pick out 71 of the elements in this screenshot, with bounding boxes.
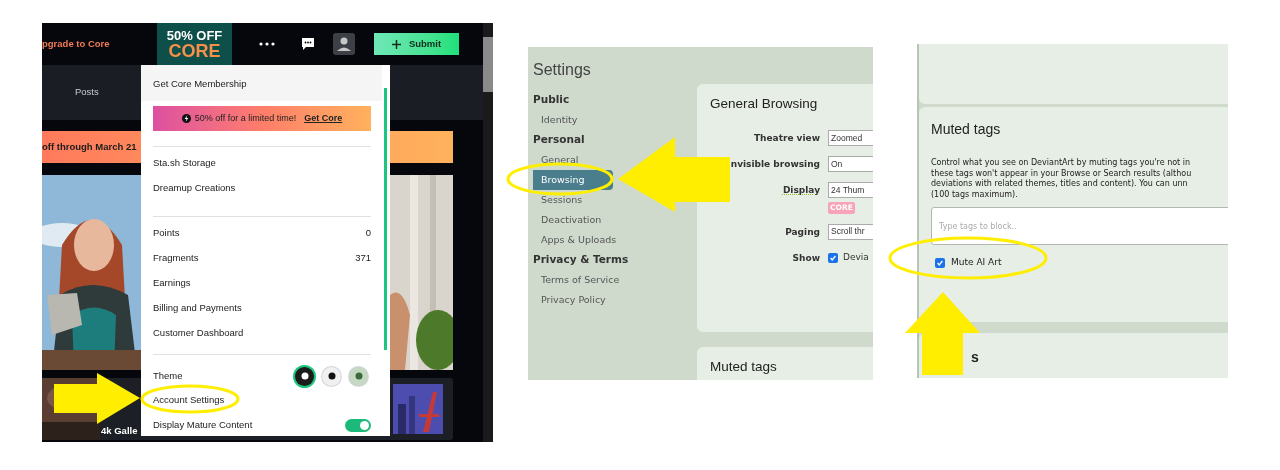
field-label: Show [792,251,820,265]
gallery-title: 4k Galle [101,423,138,438]
menu-item[interactable]: Earnings [153,276,191,291]
card-title: General Browsing [710,95,819,113]
menu-item[interactable]: Get Core Membership [141,65,382,101]
field-label: Theatre view [753,132,820,146]
checkbox-label: Mute AI Art [951,256,1002,269]
posts-tab[interactable]: Posts [75,85,99,100]
select-field[interactable]: On [828,156,873,173]
mature-label: Display Mature Content [153,418,253,433]
submit-button[interactable]: Submit [374,33,459,55]
nav-item[interactable]: Terms of Service [533,270,622,290]
get-core-link[interactable]: Get Core [304,111,343,126]
upgrade-link[interactable]: pgrade to Core [42,36,157,52]
select-field[interactable]: Zoomed [828,130,873,147]
card-title: Muted tags [931,120,1002,139]
nav-item[interactable]: Apps & Uploads [533,230,619,250]
menu-item[interactable]: Fragments [153,251,199,266]
description-line: (100 tags maximum). [931,189,1019,200]
theme-icon [299,371,310,381]
menu-item[interactable]: Dreamup Creations [153,181,236,196]
nav-heading: Public [533,92,571,108]
bolt-icon [181,114,191,123]
nav-item[interactable]: Browsing [533,170,613,190]
nav-item[interactable]: Deactivation [533,210,604,230]
promo-product: CORE [168,41,221,60]
tag-input[interactable]: Type tags to block.. [931,207,1228,245]
menu-count: 0 [365,226,371,241]
promo-badge[interactable]: 50% OFF CORE [157,23,232,65]
theme-icon [353,371,364,381]
nav-heading: Privacy & Terms [533,252,630,268]
theme-label: Theme [153,368,183,383]
theme-option[interactable] [349,366,368,386]
plus-icon [391,39,401,49]
checkbox[interactable] [935,257,945,268]
page-title: Settings [533,60,592,80]
menu-scrollbar[interactable] [384,88,387,350]
avatar-icon[interactable] [333,33,355,55]
more-icon[interactable] [259,42,275,46]
nav-item[interactable]: Identity [533,110,580,130]
theme-option[interactable] [322,366,341,386]
nav-item[interactable]: Sessions [533,190,585,210]
field-label: nvisible browsing [730,158,820,172]
menu-item[interactable]: Sta.sh Storage [153,156,216,171]
field-label: Display [782,184,820,198]
card-title: s [971,349,979,365]
banner-text: off through March 21 [42,139,137,154]
menu-count: 371 [355,251,371,266]
select-field[interactable]: Scroll thr [828,223,873,240]
theme-icon [326,371,337,381]
checkbox-label: Devia [843,250,869,264]
card-title: Muted tags [710,358,778,376]
select-field[interactable]: 24 Thum [828,182,873,199]
mature-toggle[interactable] [345,419,371,432]
nav-item[interactable]: General [533,150,581,170]
chat-icon[interactable] [301,37,315,51]
menu-item[interactable]: Account Settings [153,393,225,408]
promo-discount: 50% OFF [166,28,223,42]
description-line: deviations with related themes, titles and content). You can unn [931,179,1189,190]
description-line: these tags won't appear in your Browse or Search results (althou [931,168,1193,179]
scrollbar[interactable] [483,23,493,442]
menu-item[interactable]: Points [153,226,180,241]
field-label: Paging [785,225,820,239]
promo-text: 50% off for a limited time! [194,111,297,125]
menu-item[interactable]: Billing and Payments [153,301,242,316]
nav-heading: Personal [533,132,586,148]
menu-item[interactable]: Customer Dashboard [153,326,244,341]
nav-item[interactable]: Privacy Policy [533,290,608,310]
checkbox[interactable] [828,252,838,263]
description-line: Control what you see on DeviantArt by muting tags you're not in [931,158,1192,169]
theme-option[interactable] [295,366,314,386]
